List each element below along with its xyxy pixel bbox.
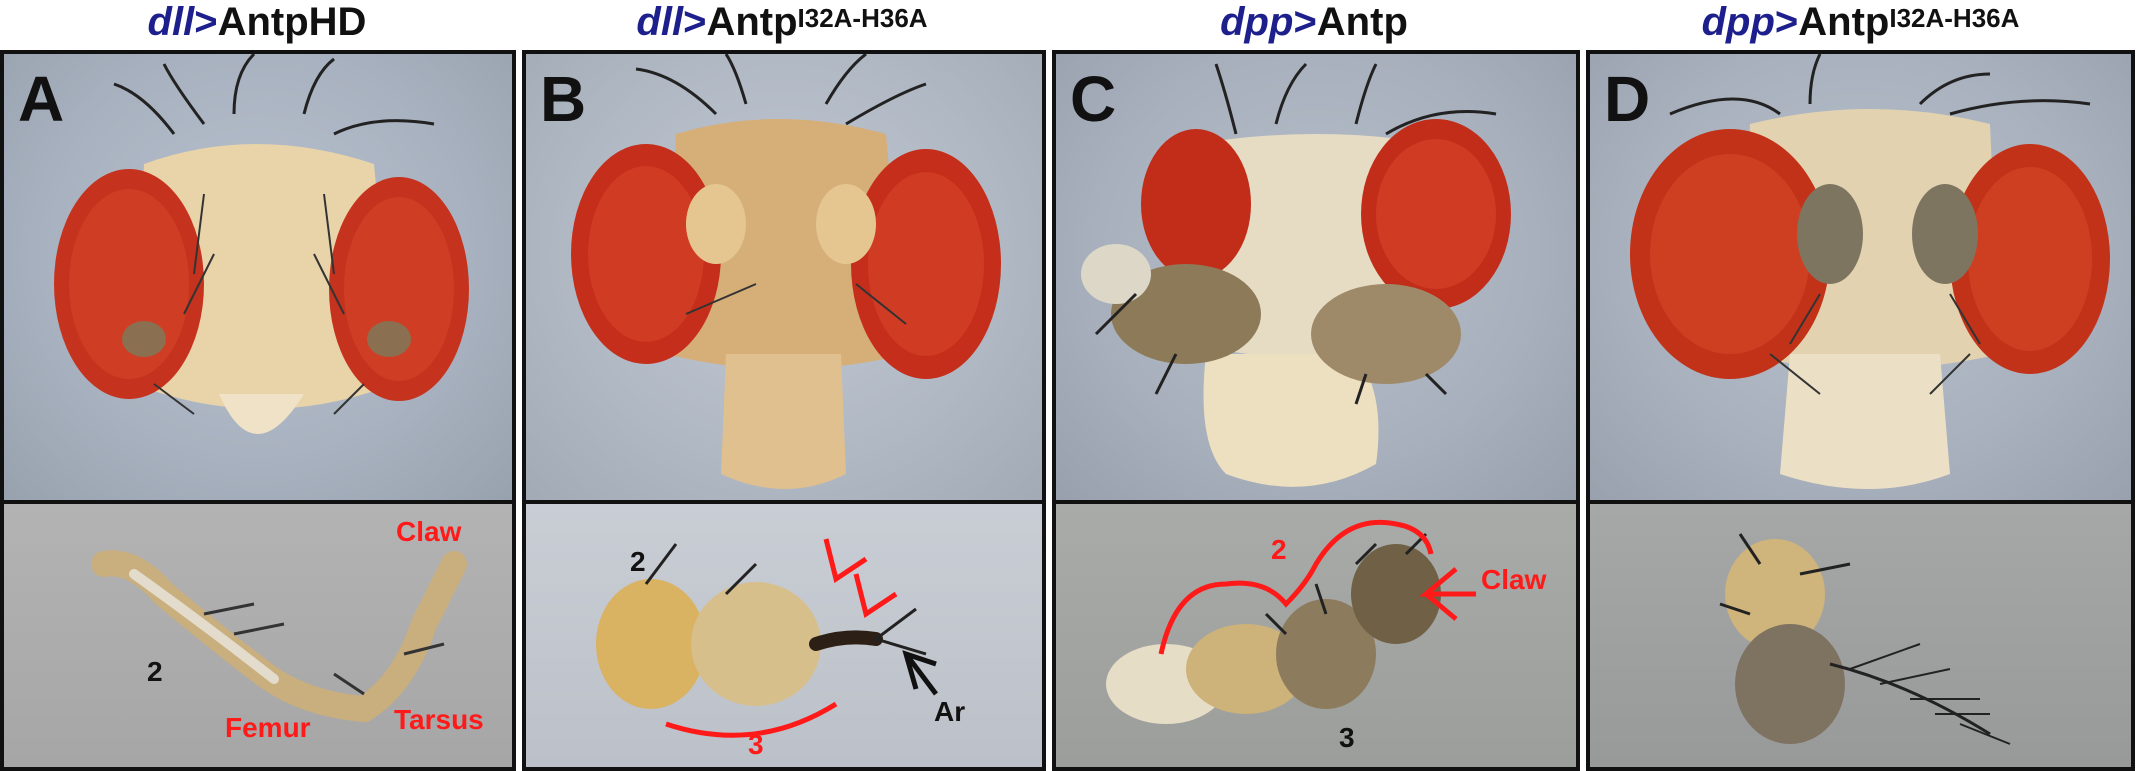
fly-head-d — [1630, 54, 2110, 489]
label-segment-2-b: 2 — [630, 546, 646, 577]
panel-b-head-photo: B — [526, 54, 1042, 504]
panel-a: A Claw 2 Femur Tarsus — [0, 50, 516, 771]
title-d: dpp>AntpI32A-H36A — [1701, 0, 2020, 44]
panel-d: D — [1586, 50, 2135, 771]
panel-d-head-photo: D — [1590, 54, 2131, 504]
label-segment-3-b: 3 — [748, 729, 764, 760]
panel-d-appendage-photo — [1590, 504, 2131, 767]
title-c: dpp>Antp — [1220, 0, 1408, 44]
label-claw-a: Claw — [396, 516, 462, 547]
panel-a-head-photo: A — [4, 54, 512, 504]
label-segment-3-c: 3 — [1339, 722, 1355, 753]
antenna-appendage-d — [1719, 533, 2011, 745]
panel-b-appendage-photo: 2 Ar 3 — [526, 504, 1042, 767]
panel-c-head-photo: C — [1056, 54, 1576, 504]
label-tarsus-a: Tarsus — [394, 704, 484, 735]
label-segment-2-a: 2 — [147, 656, 163, 687]
label-segment-2-c: 2 — [1271, 534, 1287, 565]
title-b: dll>AntpI32A-H36A — [636, 0, 928, 44]
panel-c-appendage-photo: 2 Claw 3 — [1056, 504, 1576, 767]
panel-letter-a: A — [18, 63, 65, 135]
panel-c: C 2 Claw 3 — [1052, 50, 1580, 771]
fly-head-a — [54, 54, 469, 434]
panel-a-appendage-photo: Claw 2 Femur Tarsus — [4, 504, 512, 767]
panel-b: B 2 Ar 3 — [522, 50, 1046, 771]
label-femur-a: Femur — [225, 712, 311, 743]
title-a: dll>AntpHD — [147, 0, 367, 44]
fly-head-c — [1081, 62, 1511, 487]
fly-head-b — [571, 54, 1001, 489]
panel-letter-b: B — [540, 63, 587, 135]
label-arista-b: Ar — [934, 696, 966, 727]
antenna-to-leg-appendage-c — [1106, 519, 1476, 724]
panel-letter-d: D — [1604, 63, 1651, 135]
panel-letter-c: C — [1070, 63, 1117, 135]
label-claw-c: Claw — [1481, 564, 1547, 595]
